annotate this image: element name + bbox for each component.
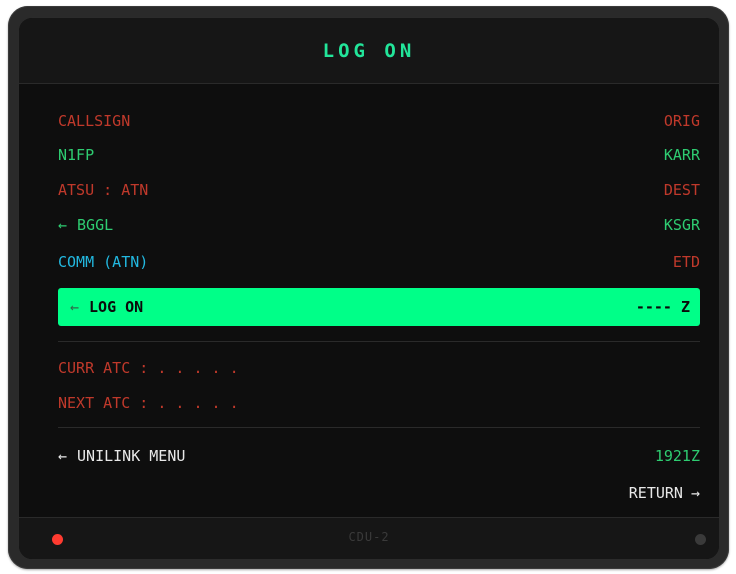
etd-value: ---- Z [635, 298, 690, 316]
status-footer: CDU-2 [19, 517, 719, 559]
page-title: LOG ON [322, 39, 416, 62]
curr-atc-row: CURR ATC : . . . . . [58, 356, 700, 380]
orig-label: ORIG [663, 112, 700, 130]
callsign-orig-value-row: N1FP KARR [58, 143, 700, 167]
left-arrow-icon: ← [70, 298, 80, 316]
callsign-orig-label-row: CALLSIGN ORIG [58, 109, 700, 133]
next-atc-row: NEXT ATC : . . . . . [58, 391, 700, 415]
atsu-dest-label-row: ATSU : ATN DEST [58, 178, 700, 202]
left-arrow-icon: ← [58, 216, 68, 234]
cdu-screen: LOG ON CALLSIGN ORIG N1FP KARR ATSU : AT… [18, 17, 720, 560]
left-arrow-icon: ← [58, 447, 68, 465]
next-atc: NEXT ATC : . . . . . [58, 394, 239, 412]
log-on-left: ← LOG ON [70, 298, 143, 316]
comm-etd-row: COMM (ATN) ETD [58, 250, 700, 274]
comm-label: COMM (ATN) [58, 253, 149, 271]
etd-label: ETD [672, 253, 700, 271]
divider [58, 341, 700, 342]
title-bar: LOG ON [19, 18, 719, 84]
log-on-label: LOG ON [89, 298, 144, 316]
unilink-row: ← UNILINK MENU 1921Z [58, 444, 700, 468]
atsu-dest-value-row: ← BGGL KSGR [58, 213, 700, 237]
unit-label: CDU-2 [348, 530, 390, 544]
utc-time: 1921Z [654, 447, 700, 465]
dest-value[interactable]: KSGR [664, 216, 700, 234]
atsu-select[interactable]: ← BGGL [58, 216, 113, 234]
right-arrow-icon: → [690, 484, 700, 502]
unilink-menu-label: UNILINK MENU [77, 447, 186, 465]
atsu-label: ATSU : ATN [58, 181, 149, 199]
dest-label: DEST [663, 181, 700, 199]
divider [58, 427, 700, 428]
orig-value[interactable]: KARR [664, 146, 700, 164]
log-on-button[interactable]: ← LOG ON ---- Z [58, 288, 700, 326]
return-row: RETURN → [58, 481, 700, 505]
callsign-value[interactable]: N1FP [58, 146, 94, 164]
atsu-value: BGGL [77, 216, 114, 234]
return-label: RETURN [628, 484, 683, 502]
curr-atc: CURR ATC : . . . . . [58, 359, 239, 377]
callsign-label: CALLSIGN [58, 112, 131, 130]
status-led-off [695, 534, 706, 545]
unilink-menu-button[interactable]: ← UNILINK MENU [58, 447, 185, 465]
return-button[interactable]: RETURN → [629, 484, 700, 502]
